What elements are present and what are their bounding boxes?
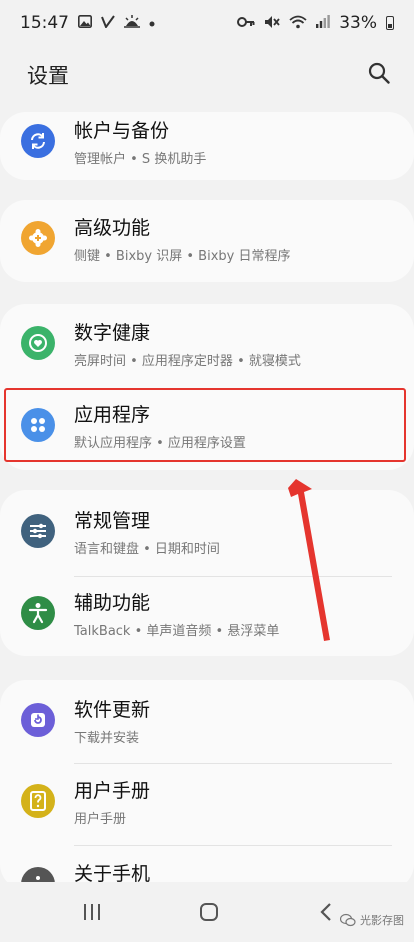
item-subtitle: 管理帐户 • S 换机助手	[74, 152, 207, 167]
sliders-icon	[21, 514, 55, 548]
item-title: 应用程序	[74, 404, 151, 426]
home-icon	[200, 903, 218, 921]
watermark: 光影存图	[340, 912, 404, 928]
item-subtitle: 亮屏时间 • 应用程序定时器 • 就寝模式	[74, 354, 301, 369]
accessibility-icon	[21, 596, 55, 630]
item-title: 高级功能	[74, 217, 151, 239]
wechat-icon	[340, 913, 356, 927]
weather-icon	[124, 15, 140, 31]
item-software-update[interactable]: 软件更新 下载并安装	[0, 683, 414, 763]
item-user-manual[interactable]: 用户手册 用户手册	[0, 764, 414, 844]
item-title: 数字健康	[74, 322, 151, 344]
item-applications[interactable]: 应用程序 默认应用程序 • 应用程序设置	[0, 388, 414, 468]
recent-apps-button[interactable]	[72, 898, 112, 926]
card-wellbeing-apps: 数字健康 亮屏时间 • 应用程序定时器 • 就寝模式 应用程序 默认应用程序 •…	[0, 304, 414, 470]
item-subtitle: 默认应用程序 • 应用程序设置	[74, 436, 246, 451]
item-digital-wellbeing[interactable]: 数字健康 亮屏时间 • 应用程序定时器 • 就寝模式	[0, 306, 414, 386]
manual-icon	[21, 784, 55, 818]
back-icon	[320, 903, 331, 921]
item-subtitle: 下载并安装	[74, 731, 140, 746]
item-subtitle: 侧键 • Bixby 识屏 • Bixby 日常程序	[74, 249, 291, 264]
card-update-manual-about: 软件更新 下载并安装 用户手册 用户手册 关于手机	[0, 680, 414, 901]
item-general-management[interactable]: 常规管理 语言和键盘 • 日期和时间	[0, 494, 414, 574]
item-advanced-features[interactable]: 高级功能 侧键 • Bixby 识屏 • Bixby 日常程序	[0, 201, 414, 281]
key-icon	[237, 16, 255, 31]
heart-circle-icon	[21, 326, 55, 360]
card-accounts: 帐户与备份 管理帐户 • S 换机助手	[0, 112, 414, 180]
sync-icon	[21, 124, 55, 158]
item-title: 帐户与备份	[74, 120, 170, 142]
item-title: 用户手册	[74, 780, 151, 802]
item-accessibility[interactable]: 辅助功能 TalkBack • 单声道音频 • 悬浮菜单	[0, 576, 414, 656]
battery-icon	[386, 16, 394, 30]
page-title: 设置	[27, 64, 69, 88]
update-icon	[21, 703, 55, 737]
image-icon	[78, 15, 92, 31]
check-icon	[101, 15, 115, 31]
status-bar: 15:47 33%	[0, 0, 414, 46]
search-icon	[368, 62, 390, 84]
card-advanced: 高级功能 侧键 • Bixby 识屏 • Bixby 日常程序	[0, 200, 414, 282]
gear-plus-icon	[21, 221, 55, 255]
recent-apps-icon	[84, 904, 100, 920]
item-title: 辅助功能	[74, 592, 151, 614]
apps-grid-icon	[21, 408, 55, 442]
item-subtitle: TalkBack • 单声道音频 • 悬浮菜单	[74, 624, 280, 639]
dot-icon	[149, 16, 155, 30]
status-right: 33%	[237, 13, 394, 33]
divider	[74, 845, 392, 846]
search-button[interactable]	[366, 60, 392, 86]
home-button[interactable]	[189, 898, 229, 926]
battery-percentage: 33%	[339, 13, 377, 33]
card-general-accessibility: 常规管理 语言和键盘 • 日期和时间 辅助功能 TalkBack • 单声道音频…	[0, 490, 414, 656]
item-title: 软件更新	[74, 699, 151, 721]
item-subtitle: 语言和键盘 • 日期和时间	[74, 542, 220, 557]
item-subtitle: 用户手册	[74, 812, 127, 827]
signal-icon	[316, 15, 331, 31]
status-time: 15:47	[20, 13, 69, 33]
item-accounts-backup[interactable]: 帐户与备份 管理帐户 • S 换机助手	[0, 104, 414, 184]
watermark-text: 光影存图	[360, 914, 404, 927]
wifi-icon	[289, 15, 307, 32]
mute-icon	[264, 15, 280, 32]
item-title: 常规管理	[74, 510, 151, 532]
status-left: 15:47	[20, 13, 155, 33]
